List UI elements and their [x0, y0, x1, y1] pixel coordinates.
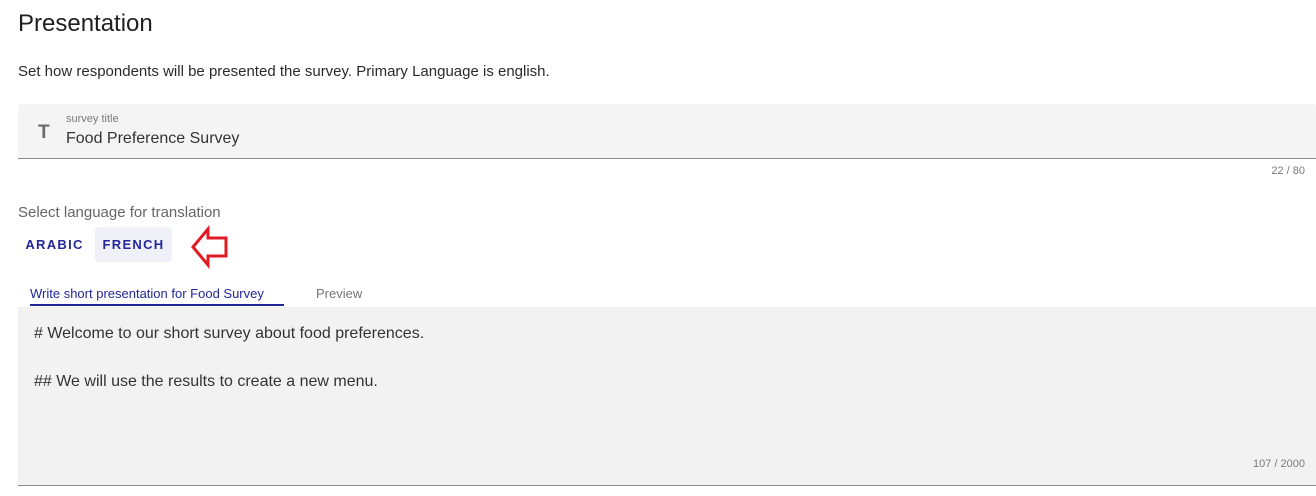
text-format-icon: T — [38, 122, 50, 143]
language-select-label: Select language for translation — [18, 204, 221, 221]
language-french-button[interactable]: FRENCH — [95, 227, 172, 262]
page-description: Set how respondents will be presented th… — [18, 63, 550, 80]
tab-preview[interactable]: Preview — [316, 286, 362, 301]
survey-title-label: survey title — [66, 113, 119, 125]
editor-line: ## We will use the results to create a n… — [34, 373, 378, 390]
survey-title-field[interactable]: T survey title Food Preference Survey — [18, 104, 1316, 159]
tab-active-indicator — [30, 304, 284, 306]
page-title: Presentation — [18, 10, 153, 37]
presentation-char-counter: 107 / 2000 — [1253, 458, 1305, 470]
survey-title-input[interactable]: Food Preference Survey — [66, 130, 239, 148]
presentation-page: Presentation Set how respondents will be… — [0, 0, 1316, 496]
editor-line: # Welcome to our short survey about food… — [34, 325, 425, 342]
survey-title-char-counter: 22 / 80 — [1271, 165, 1305, 177]
presentation-text-area[interactable]: # Welcome to our short survey about food… — [18, 307, 1316, 486]
language-arabic-button[interactable]: ARABIC — [18, 227, 91, 262]
tab-write[interactable]: Write short presentation for Food Survey — [30, 286, 264, 301]
arrow-left-icon — [191, 224, 228, 270]
